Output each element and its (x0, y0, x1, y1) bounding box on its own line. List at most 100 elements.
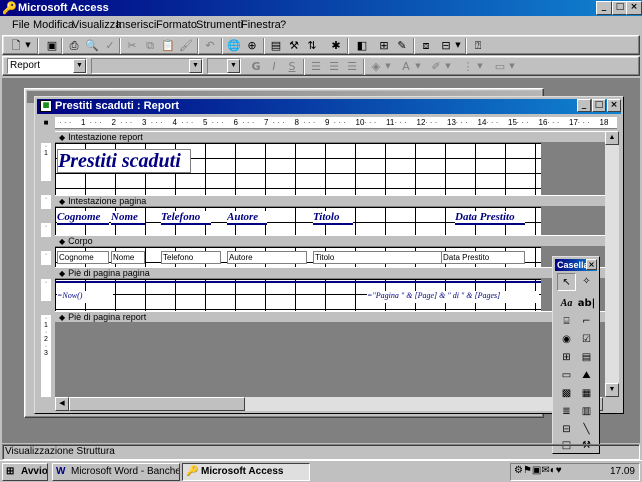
code-icon[interactable]: ◧ (353, 37, 371, 54)
vertical-ruler[interactable]: · 1 · · · · · 1 · 2 · 3 (39, 131, 53, 397)
col-label-titolo[interactable]: Titolo (313, 211, 353, 225)
align-right-icon[interactable]: ☰ (343, 58, 361, 75)
image-icon[interactable]: ⛰ (577, 367, 596, 385)
field-cognome[interactable]: Cognome (57, 251, 109, 264)
office-assistant-icon[interactable]: ⍰ (469, 37, 487, 54)
chevron-down-icon[interactable]: ▼ (227, 59, 240, 73)
object-combo[interactable]: Report ▼ (7, 58, 87, 74)
insert-hyperlink-icon[interactable]: 🌐 (225, 37, 243, 54)
page-break-icon[interactable]: ≣ (557, 403, 576, 421)
report-maximize-button[interactable]: □ (592, 99, 606, 112)
format-painter-icon[interactable]: 🖌 (177, 37, 195, 54)
vertical-scrollbar[interactable]: ▲ ▼ (605, 131, 619, 397)
build-icon[interactable]: ✎ (393, 37, 411, 54)
select-report-box[interactable]: ■ (39, 117, 53, 129)
scroll-thumb[interactable] (69, 397, 245, 411)
section-report-footer[interactable]: ◆ Piè di pagina report (55, 311, 617, 323)
report-close-button[interactable]: × (607, 99, 621, 112)
task-word[interactable]: W Microsoft Word - Banche d... (52, 463, 180, 481)
menu-modifica[interactable]: Modifica (33, 18, 74, 32)
pointer-icon[interactable]: ↖ (557, 273, 576, 291)
font-color-dropdown-icon[interactable]: ▼ (413, 58, 423, 75)
new-object-dropdown-icon[interactable]: ▼ (453, 37, 463, 54)
page-footer-grid[interactable]: =Now() ="Pagina " & [Page] & " di " & [P… (55, 279, 541, 311)
font-size-combo[interactable]: ▼ (207, 58, 241, 74)
toolbox-titlebar[interactable]: Casella × (555, 259, 597, 271)
page-header-grid[interactable]: Cognome Nome Telefono Autore Titolo Data… (55, 207, 541, 235)
copy-icon[interactable]: ⧉ (141, 37, 159, 54)
start-button[interactable]: ⊞ Avvio (2, 463, 48, 481)
field-nome[interactable]: Nome (111, 251, 145, 264)
section-detail[interactable]: ◆ Corpo (55, 235, 617, 247)
horizontal-scrollbar[interactable]: ◀ ▶ (55, 397, 603, 411)
menu-help[interactable]: ? (280, 18, 286, 32)
field-autore[interactable]: Autore (227, 251, 307, 264)
fill-color-dropdown-icon[interactable]: ▼ (383, 58, 393, 75)
listbox-icon[interactable]: ▤ (577, 349, 596, 367)
menu-inserisci[interactable]: Inserisci (116, 18, 156, 32)
autoformat-icon[interactable]: ✱ (327, 37, 345, 54)
radio-icon[interactable]: ◉ (557, 331, 576, 349)
underline-button[interactable]: S (283, 58, 301, 75)
font-name-combo[interactable]: ▼ (91, 58, 203, 74)
toggle-icon[interactable]: ⌐ (577, 313, 596, 331)
textbox-icon[interactable]: ab| (577, 295, 596, 313)
spelling-icon[interactable]: ✓ (101, 37, 119, 54)
print-icon[interactable]: ⎙ (65, 37, 83, 54)
wizard-icon[interactable]: ✧ (577, 273, 596, 291)
chevron-down-icon[interactable]: ▼ (189, 59, 202, 73)
align-left-icon[interactable]: ☰ (307, 58, 325, 75)
print-preview-icon[interactable]: 🔍 (83, 37, 101, 54)
toolbox-icon[interactable]: ⚒ (285, 37, 303, 54)
report-header-grid[interactable]: Prestiti scaduti (55, 143, 541, 195)
col-label-nome[interactable]: Nome (111, 211, 145, 225)
detail-grid[interactable]: Cognome Nome Telefono Autore Titolo Data… (55, 247, 541, 267)
clock[interactable]: 17.09 (610, 465, 635, 479)
line-color-dropdown-icon[interactable]: ▼ (443, 58, 453, 75)
checkbox-icon[interactable]: ☑ (577, 331, 596, 349)
field-list-icon[interactable]: ▤ (267, 37, 285, 54)
label-icon[interactable]: Aa (557, 295, 576, 313)
report-title-label[interactable]: Prestiti scaduti (57, 149, 191, 173)
menu-formato[interactable]: Formato (156, 18, 197, 32)
view-dropdown-icon[interactable]: ▼ (23, 37, 33, 54)
save-icon[interactable]: ▣ (43, 37, 61, 54)
menu-file[interactable]: File (12, 18, 30, 32)
special-effect-dropdown-icon[interactable]: ▼ (507, 58, 517, 75)
align-center-icon[interactable]: ☰ (325, 58, 343, 75)
field-data-prestito[interactable]: Data Prestito (441, 251, 525, 264)
chevron-down-icon[interactable]: ▼ (73, 59, 86, 73)
bound-object-icon[interactable]: ▦ (577, 385, 596, 403)
option-group-icon[interactable]: ⌸ (557, 313, 576, 331)
line-width-dropdown-icon[interactable]: ▼ (475, 58, 485, 75)
paste-icon[interactable]: 📋 (159, 37, 177, 54)
access-key-icon[interactable]: 🔑 (2, 1, 17, 15)
close-button[interactable]: × (626, 1, 642, 15)
col-label-cognome[interactable]: Cognome (57, 211, 109, 225)
footer-date-field[interactable]: =Now() (57, 291, 113, 303)
undo-icon[interactable]: ↶ (201, 37, 219, 54)
horizontal-ruler[interactable]: 1 · · · 2 · · · 3 · · · 4 · · · 5 · · · 6 · · · 7 · ·… (55, 117, 617, 129)
minimize-button[interactable]: _ (596, 1, 612, 15)
subform-icon[interactable]: ▥ (577, 403, 596, 421)
scroll-up-icon[interactable]: ▲ (605, 131, 619, 145)
menu-finestra[interactable]: Finestra (241, 18, 281, 32)
report-minimize-button[interactable]: _ (577, 99, 591, 112)
report-design-surface[interactable]: ◆ Intestazione report Prestiti scaduti ◆ I… (55, 131, 617, 397)
tray-icons[interactable]: ⚙⚑▣✉◐♥ (514, 465, 562, 476)
col-label-telefono[interactable]: Telefono (161, 211, 211, 225)
app-titlebar[interactable]: 🔑 Microsoft Access _ □ × (0, 0, 642, 16)
report-titlebar[interactable]: ▦ Prestiti scaduti : Report _ □ × (37, 99, 621, 114)
section-page-header[interactable]: ◆ Intestazione pagina (55, 195, 617, 207)
database-window-icon[interactable]: ⧈ (417, 37, 435, 54)
unbound-object-icon[interactable]: ▩ (557, 385, 576, 403)
italic-button[interactable]: I (265, 58, 283, 75)
scroll-down-icon[interactable]: ▼ (605, 383, 619, 397)
toolbox-palette[interactable]: Casella × ↖ ✧ Aa ab| ⌸ ⌐ ◉ ☑ ⊞ ▤ ▭ ⛰ ▩ ▦… (552, 256, 600, 454)
bold-button[interactable]: G (247, 58, 265, 75)
footer-page-field[interactable]: ="Pagina " & [Page] & " di " & [Pages] (367, 291, 539, 303)
menu-strumenti[interactable]: Strumenti (196, 18, 243, 32)
web-toolbar-icon[interactable]: ⊕ (243, 37, 261, 54)
sorting-grouping-icon[interactable]: ⇅ (303, 37, 321, 54)
section-report-header[interactable]: ◆ Intestazione report (55, 131, 617, 143)
